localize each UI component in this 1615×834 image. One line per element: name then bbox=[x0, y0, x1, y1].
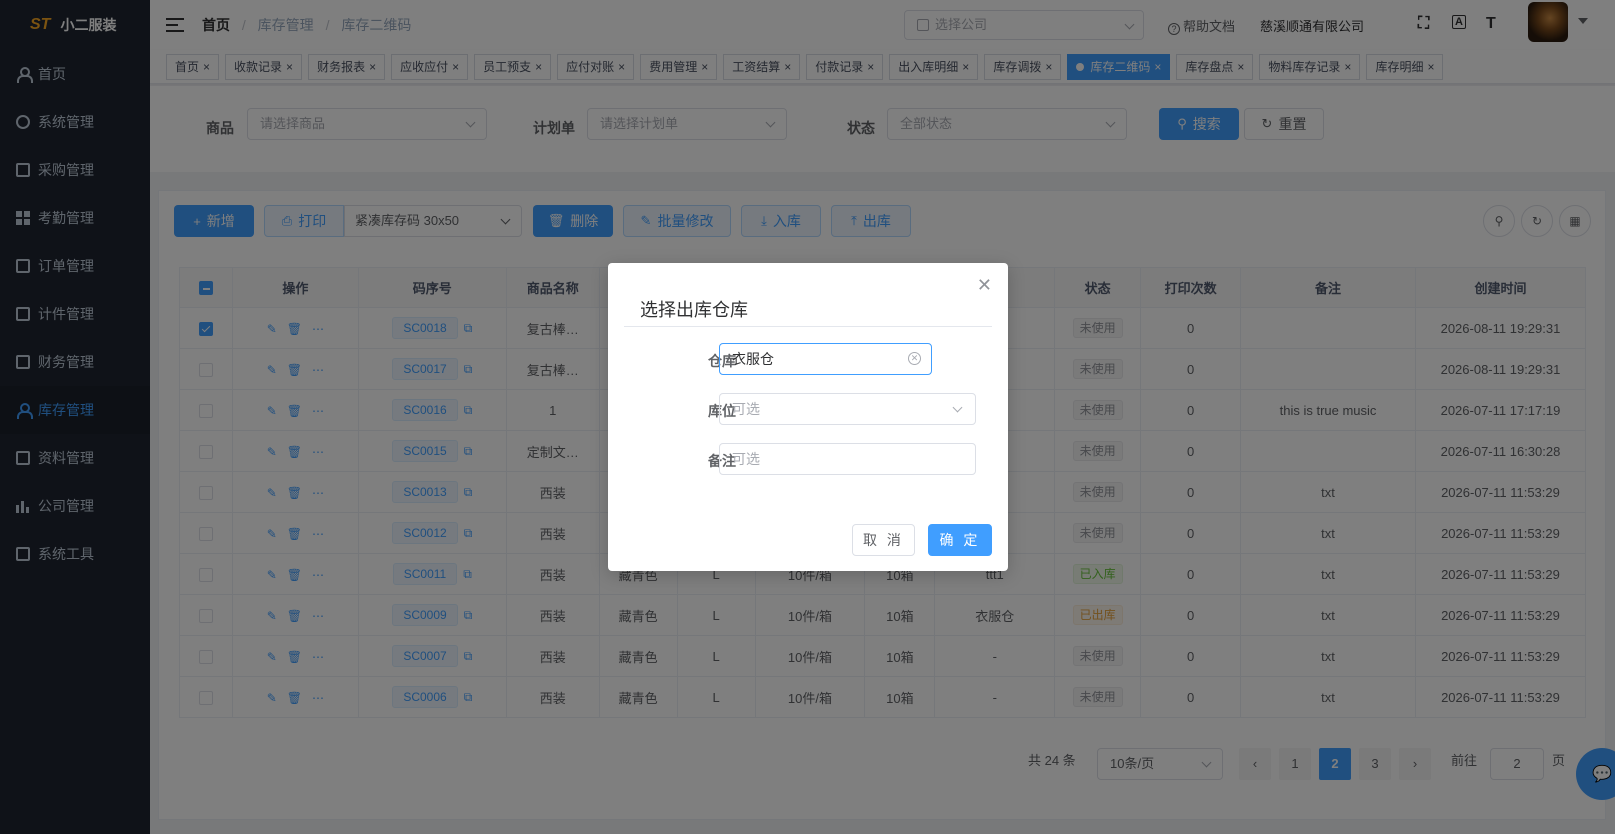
remark-placeholder: 可选 bbox=[732, 451, 760, 467]
location-select[interactable]: 可选 bbox=[719, 393, 976, 425]
cancel-button[interactable]: 取 消 bbox=[852, 524, 915, 556]
location-placeholder: 可选 bbox=[732, 401, 760, 417]
remark-input[interactable]: 可选 bbox=[719, 443, 976, 475]
confirm-button[interactable]: 确 定 bbox=[928, 524, 992, 556]
dialog-divider bbox=[624, 326, 992, 327]
warehouse-select[interactable]: 衣服仓 ✕ bbox=[719, 343, 932, 375]
warehouse-dialog: 选择出库仓库 ✕ 仓库 衣服仓 ✕ 库位 可选 备注 可选 取 消 确 定 bbox=[608, 263, 1008, 571]
dialog-title: 选择出库仓库 bbox=[640, 300, 748, 320]
warehouse-value: 衣服仓 bbox=[732, 351, 774, 367]
clear-icon[interactable]: ✕ bbox=[908, 352, 921, 365]
chevron-down-icon bbox=[952, 402, 963, 413]
close-icon[interactable]: ✕ bbox=[977, 275, 992, 296]
